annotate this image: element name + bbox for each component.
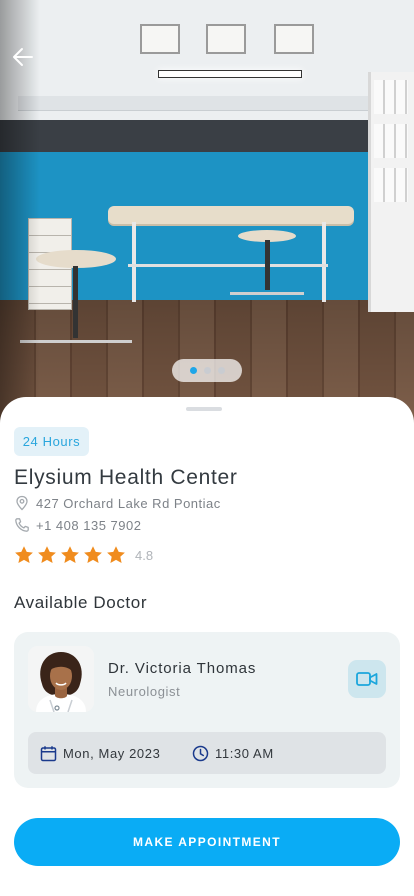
rating-value: 4.8 (135, 547, 154, 563)
star-icon (84, 546, 102, 563)
arrow-left-icon (13, 48, 33, 66)
wall-certificate (140, 24, 180, 54)
hours-badge: 24 Hours (14, 427, 89, 456)
clock-icon (192, 745, 209, 761)
bed-bar (128, 264, 328, 267)
doctor-avatar (28, 646, 94, 712)
back-button[interactable] (10, 44, 36, 70)
carousel-dot[interactable] (189, 367, 197, 374)
star-icon (38, 546, 56, 563)
binders (374, 80, 408, 114)
star-icon (15, 546, 33, 563)
ceiling-lamp (158, 70, 302, 78)
carousel-indicator[interactable] (172, 359, 242, 382)
binders (374, 124, 408, 158)
doctor-specialty: Neurologist (108, 684, 181, 699)
appointment-slot[interactable]: Mon, May 2023 11:30 AM (28, 732, 386, 774)
location-pin-icon (16, 495, 28, 511)
appointment-time: 11:30 AM (192, 732, 274, 774)
carousel-dot[interactable] (203, 367, 211, 374)
appointment-time-text: 11:30 AM (215, 745, 274, 761)
video-camera-icon (356, 672, 378, 686)
stool-base (230, 292, 304, 295)
appointment-date-text: Mon, May 2023 (63, 745, 161, 761)
stool-post (265, 240, 270, 290)
section-title-available-doctor: Available Doctor (14, 593, 148, 612)
wall-rail (18, 96, 368, 111)
phone-row: +1 408 135 7902 (14, 517, 141, 533)
sheet-grabber[interactable] (186, 407, 222, 411)
star-icon (107, 546, 125, 563)
calendar-icon (40, 745, 57, 761)
appointment-date: Mon, May 2023 (40, 732, 160, 774)
address-row: 427 Orchard Lake Rd Pontiac (14, 495, 221, 511)
bed-leg (322, 222, 326, 302)
wall-band (0, 120, 414, 156)
video-call-button[interactable] (348, 660, 386, 698)
binders (374, 168, 408, 202)
clinic-address: 427 Orchard Lake Rd Pontiac (36, 495, 221, 511)
exam-bed (108, 206, 354, 224)
doctor-name: Dr. Victoria Thomas (108, 660, 257, 677)
wall-certificate (206, 24, 246, 54)
doctor-card[interactable]: Dr. Victoria Thomas Neurologist Mon, May… (14, 632, 400, 788)
carousel-dot[interactable] (217, 367, 225, 374)
wall-certificate (274, 24, 314, 54)
doctor-portrait (28, 646, 94, 712)
clinic-phone: +1 408 135 7902 (36, 517, 142, 533)
make-appointment-button[interactable]: MAKE APPOINTMENT (14, 818, 400, 866)
rating: 4.8 (14, 545, 153, 565)
star-icon (61, 546, 79, 563)
clinic-name: Elysium Health Center (14, 466, 238, 489)
clinic-details-sheet: 24 Hours Elysium Health Center 427 Orcha… (0, 397, 414, 896)
stool-post (73, 266, 78, 338)
bed-leg (132, 222, 136, 302)
phone-icon (15, 518, 29, 532)
